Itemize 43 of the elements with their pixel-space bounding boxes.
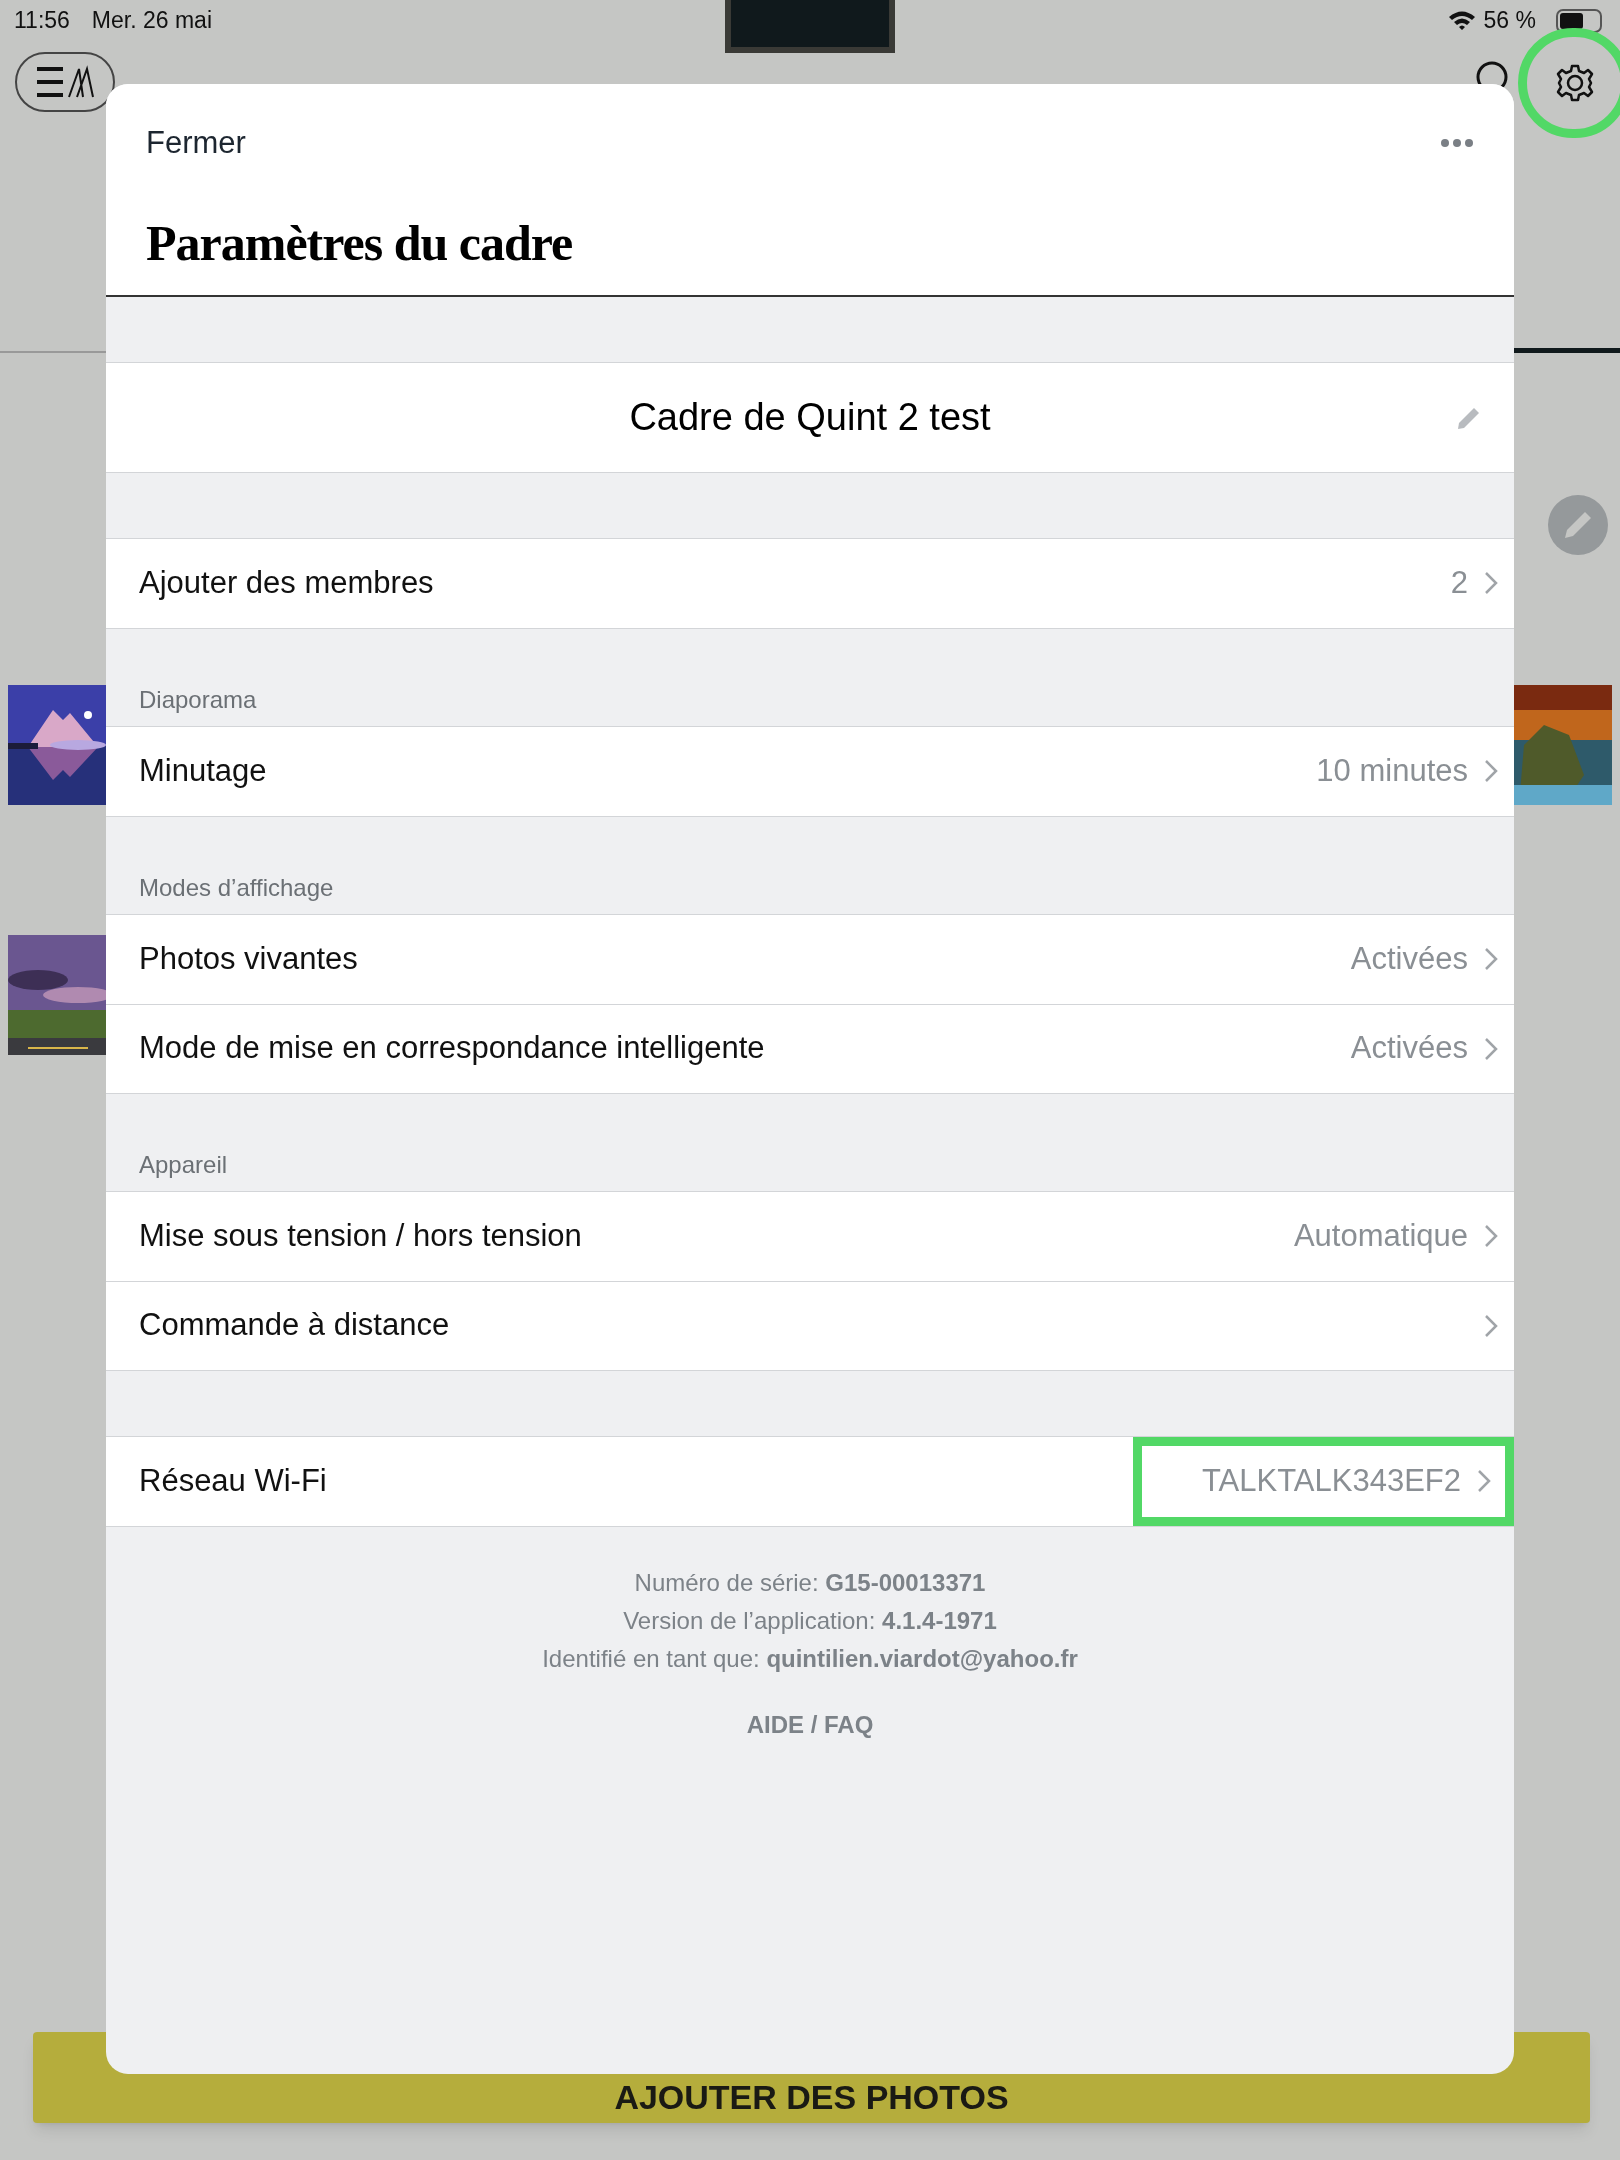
wifi-icon [1447, 9, 1476, 31]
chevron-icon [1477, 1469, 1491, 1493]
row-label: Mode de mise en correspondance intelligente [139, 1029, 766, 1068]
info-line: Numéro de série: G15-00013371 [634, 1567, 986, 1598]
row-value: Activées [1350, 939, 1468, 978]
menu-icon [35, 65, 95, 99]
row-value: TALKTALK343EF2 [1201, 1461, 1461, 1500]
row-label: Ajouter des membres [139, 563, 435, 602]
info-line: Identifié en tant que: quintilien.viardot@yahoo.fr [542, 1643, 1078, 1674]
row-value: 2 [1450, 563, 1468, 602]
row-label: Minutage [139, 751, 268, 790]
row-label: Réseau Wi-Fi [139, 1461, 328, 1500]
close-button[interactable]: Fermer [146, 120, 246, 167]
chevron-icon [1484, 1313, 1498, 1338]
chevron-icon [1484, 759, 1498, 783]
status-date: Mer. 26 mai [91, 5, 212, 35]
battery-percentage: 56 % [1483, 5, 1536, 35]
frame-name[interactable]: Cadre de Quint 2 test [629, 388, 991, 446]
modal-title: Paramètres du cadre [146, 213, 574, 273]
settings-row[interactable]: Mode de mise en correspondance intelligente Activées [106, 1003, 1514, 1093]
settings-row[interactable]: Ajouter des membres 2 [106, 538, 1514, 628]
row-value: 10 minutes [1316, 751, 1468, 790]
row-value: Activées [1350, 1029, 1468, 1068]
settings-row[interactable]: Photos vivantes Activées [106, 914, 1514, 1004]
row-label: Photos vivantes [139, 939, 359, 978]
settings-row[interactable]: Commande à distance [106, 1280, 1514, 1370]
chevron-icon [1484, 571, 1498, 595]
row-label: Mise sous tension / hors tension [139, 1216, 583, 1255]
settings-icon[interactable] [1555, 63, 1595, 103]
status-time: 11:56 [14, 5, 70, 35]
settings-row[interactable]: Mise sous tension / hors tension Automatique [106, 1191, 1514, 1281]
section-header: Modes d’affichage [139, 872, 334, 903]
chevron-icon [1484, 1036, 1498, 1061]
row-label: Commande à distance [139, 1306, 451, 1345]
chevron-icon [1484, 947, 1498, 971]
settings-row[interactable]: Minutage 10 minutes [106, 726, 1514, 816]
info-line: Version de l’application: 4.1.4-1971 [623, 1605, 997, 1636]
settings-row[interactable]: Réseau Wi-Fi TALKTALK343EF2 [106, 1436, 1514, 1526]
more-icon[interactable] [1440, 138, 1474, 149]
section-header: Diaporama [139, 684, 257, 715]
chevron-icon [1484, 1224, 1498, 1248]
row-value: Automatique [1293, 1216, 1468, 1255]
section-header: Appareil [139, 1149, 228, 1180]
